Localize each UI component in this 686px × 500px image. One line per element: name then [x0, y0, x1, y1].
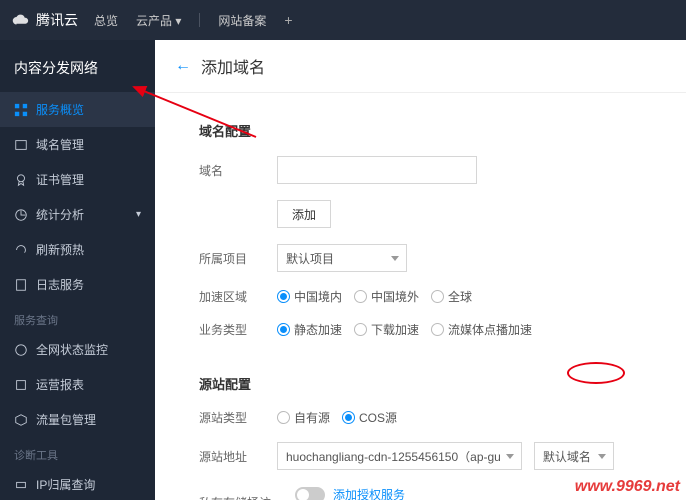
brand[interactable]: 腾讯云	[12, 10, 78, 30]
sidebar-item-log[interactable]: 日志服务	[0, 267, 155, 302]
origin-type-self[interactable]: 自有源	[277, 409, 330, 426]
ip-icon	[14, 478, 28, 492]
origin-domain-select[interactable]: 默认域名	[534, 442, 614, 470]
field-label: 业务类型	[199, 321, 259, 338]
box-icon	[14, 413, 28, 427]
cos-auth-toggle[interactable]	[295, 487, 325, 500]
sidebar-title: 内容分发网络	[0, 54, 155, 92]
layers-icon	[14, 138, 28, 152]
biz-radio-vod[interactable]: 流媒体点播加速	[431, 321, 532, 338]
biz-radio-static[interactable]: 静态加速	[277, 321, 342, 338]
domain-config-section: 域名配置 域名 添加 所属项目 默认项目 加速区域 中国境内 中国境外 全球	[179, 113, 662, 346]
sidebar-item-report[interactable]: 运营报表	[0, 367, 155, 402]
grid-icon	[14, 103, 28, 117]
sidebar-item-status[interactable]: 全网状态监控	[0, 332, 155, 367]
region-radio-intl[interactable]: 中国境外	[354, 288, 419, 305]
back-arrow-icon[interactable]: ←	[175, 57, 191, 75]
field-label: 所属项目	[199, 250, 259, 267]
report-icon	[14, 378, 28, 392]
field-label: 源站类型	[199, 409, 259, 426]
sidebar-item-domain[interactable]: 域名管理	[0, 127, 155, 162]
plus-icon[interactable]: +	[284, 12, 292, 28]
refresh-icon	[14, 243, 28, 257]
field-label: 源站地址	[199, 448, 259, 465]
sidebar-item-label: 全网状态监控	[36, 341, 108, 358]
cos-auth-link[interactable]: 添加授权服务	[333, 486, 405, 500]
cert-icon	[14, 173, 28, 187]
field-label: 域名	[199, 162, 259, 179]
sidebar-item-label: 证书管理	[36, 171, 84, 188]
chevron-down-icon: ▾	[136, 209, 141, 220]
sidebar-item-traffic[interactable]: 流量包管理	[0, 402, 155, 437]
chart-icon	[14, 208, 28, 222]
sidebar-item-overview[interactable]: 服务概览	[0, 92, 155, 127]
sidebar-item-label: 运营报表	[36, 376, 84, 393]
page-title: 添加域名	[201, 54, 265, 78]
domain-input[interactable]	[277, 156, 477, 184]
sidebar-item-ip[interactable]: IP归属查询	[0, 467, 155, 500]
biz-radio-download[interactable]: 下载加速	[354, 321, 419, 338]
sidebar-item-cert[interactable]: 证书管理	[0, 162, 155, 197]
globe-icon	[14, 343, 28, 357]
origin-addr-select[interactable]: huochangliang-cdn-1255456150（ap-gu	[277, 442, 522, 470]
sidebar-item-label: 刷新预热	[36, 241, 84, 258]
section-title: 源站配置	[179, 366, 662, 401]
origin-config-section: 源站配置 源站类型 自有源 COS源 源站地址 huochangliang-cd…	[179, 366, 662, 500]
section-title: 域名配置	[179, 113, 662, 148]
sidebar-group: 服务查询	[0, 302, 155, 332]
separator	[199, 13, 200, 27]
sidebar-item-label: 统计分析	[36, 206, 84, 223]
brand-text: 腾讯云	[36, 10, 78, 30]
origin-type-cos[interactable]: COS源	[342, 409, 397, 426]
topbar: 腾讯云 总览 云产品 ▾ 网站备案 +	[0, 0, 686, 40]
field-label: 加速区域	[199, 288, 259, 305]
main-content: ← 添加域名 域名配置 域名 添加 所属项目 默认项目 加速区域 中国境内 中国…	[155, 40, 686, 500]
field-label: 私有存储桶访问	[199, 494, 277, 500]
topnav-item[interactable]: 总览	[94, 12, 118, 29]
region-radio-cn[interactable]: 中国境内	[277, 288, 342, 305]
cloud-logo-icon	[12, 11, 30, 29]
topnav-item[interactable]: 云产品 ▾	[136, 12, 181, 29]
sidebar-item-label: 域名管理	[36, 136, 84, 153]
sidebar-item-label: 服务概览	[36, 101, 84, 118]
sidebar-item-label: 日志服务	[36, 276, 84, 293]
page-header: ← 添加域名	[155, 40, 686, 93]
sidebar-item-label: IP归属查询	[36, 476, 95, 493]
sidebar-item-stats[interactable]: 统计分析 ▾	[0, 197, 155, 232]
region-radio-global[interactable]: 全球	[431, 288, 472, 305]
sidebar-item-label: 流量包管理	[36, 411, 96, 428]
topnav-item[interactable]: 网站备案	[218, 12, 266, 29]
file-icon	[14, 278, 28, 292]
sidebar: 内容分发网络 服务概览 域名管理 证书管理 统计分析 ▾ 刷新预热 日志服务 服…	[0, 40, 155, 500]
topnav: 总览 云产品 ▾ 网站备案 +	[94, 12, 293, 29]
sidebar-group: 诊断工具	[0, 437, 155, 467]
add-button[interactable]: 添加	[277, 200, 331, 228]
sidebar-item-refresh[interactable]: 刷新预热	[0, 232, 155, 267]
project-select[interactable]: 默认项目	[277, 244, 407, 272]
